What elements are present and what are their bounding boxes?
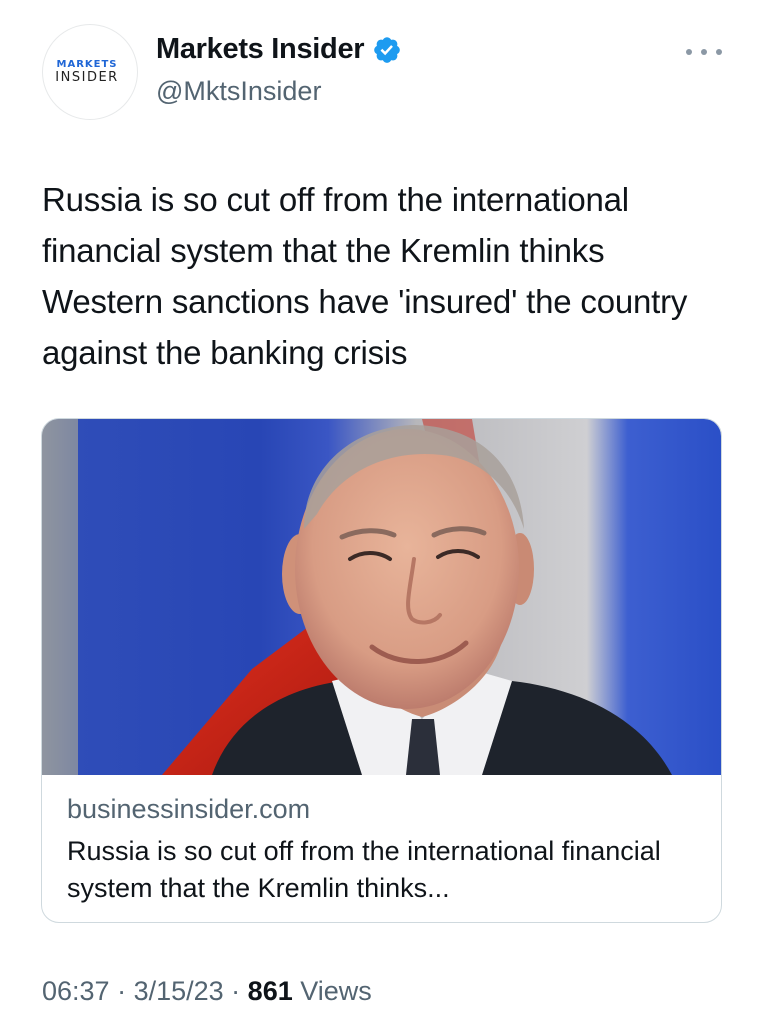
meta-separator: · — [223, 976, 248, 1006]
avatar-logo-line2: INSIDER — [55, 70, 119, 85]
views-label: Views — [292, 976, 372, 1006]
author-handle[interactable]: @MktsInsider — [156, 76, 321, 107]
avatar-logo-line1: MARKETS — [56, 59, 118, 70]
views-count[interactable]: 861 — [248, 976, 293, 1006]
tweet-meta: 06:37 · 3/15/23 · 861 Views — [42, 976, 372, 1007]
card-domain: businessinsider.com — [67, 794, 311, 824]
card-title: Russia is so cut off from the internatio… — [67, 836, 661, 903]
more-dot — [716, 49, 722, 55]
more-dot — [686, 49, 692, 55]
verified-badge-icon — [372, 35, 402, 65]
link-card[interactable]: businessinsider.com Russia is so cut off… — [41, 418, 722, 923]
tweet-date[interactable]: 3/15/23 — [134, 976, 224, 1006]
tweet-text: Russia is so cut off from the internatio… — [42, 181, 688, 371]
more-dot — [701, 49, 707, 55]
display-name[interactable]: Markets Insider — [156, 33, 365, 66]
tweet-time[interactable]: 06:37 — [42, 976, 110, 1006]
card-image[interactable] — [42, 419, 721, 775]
photo-of-man-in-suit-before-flags — [42, 419, 721, 775]
author-name-row: Markets Insider — [156, 33, 402, 66]
meta-separator: · — [109, 976, 134, 1006]
more-options-icon[interactable] — [686, 42, 722, 62]
avatar[interactable]: MARKETS INSIDER — [42, 24, 138, 120]
